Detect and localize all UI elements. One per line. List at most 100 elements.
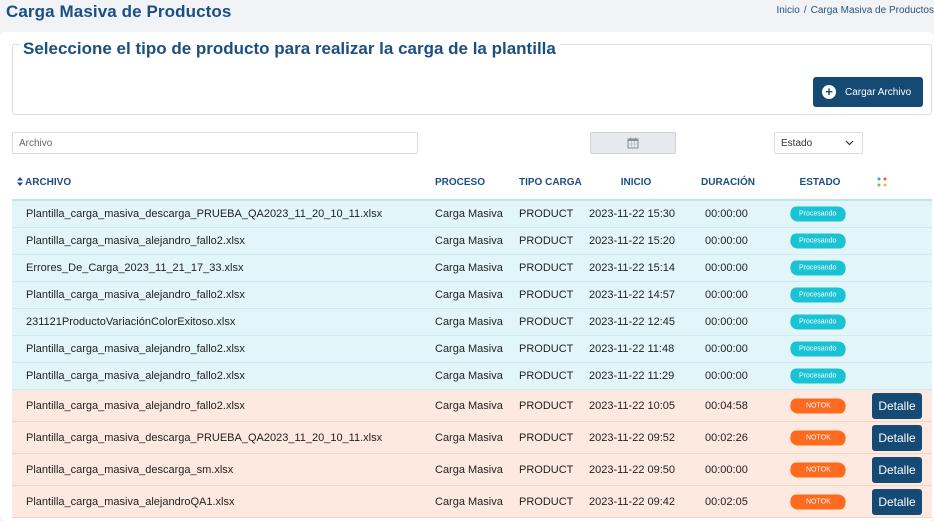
cell-duracion: 00:00:00: [705, 208, 748, 220]
status-badge: Procesando: [788, 314, 848, 330]
cell-inicio: 2023-11-22 14:57: [589, 289, 676, 301]
status-badge-label: Procesando: [799, 210, 837, 218]
estado-filter-select[interactable]: Estado: [774, 132, 863, 154]
cell-inicio: 2023-11-22 09:50: [589, 463, 676, 476]
table-row: Plantilla_carga_masiva_alejandro_fallo2.…: [12, 228, 932, 255]
status-badge-label: NOTOK: [805, 402, 831, 409]
status-badge-label: Procesando: [799, 318, 837, 326]
status-badge-label: Procesando: [799, 291, 837, 299]
plus-circle-icon: +: [822, 85, 836, 99]
upload-file-button[interactable]: + Cargar Archivo: [813, 77, 923, 107]
status-badge: Procesando: [788, 260, 848, 276]
table-row: 231121ProductoVariaciónColorExitoso.xlsx…: [12, 309, 932, 336]
status-badge-label: Procesando: [799, 264, 837, 272]
cell-proceso: Carga Masiva: [435, 431, 503, 444]
table-row: Plantilla_carga_masiva_alejandro_fallo2.…: [12, 363, 932, 390]
status-badge: NOTOK: [788, 430, 848, 445]
status-badge: Procesando: [788, 368, 848, 384]
column-header-archivo[interactable]: ARCHIVO: [17, 177, 71, 188]
status-badge-label: Procesando: [799, 237, 837, 245]
cell-archivo: Plantilla_carga_masiva_alejandro_fallo2.…: [26, 235, 245, 247]
upload-section-title: Seleccione el tipo de producto para real…: [19, 39, 560, 59]
table-row: Plantilla_carga_masiva_alejandro_fallo2.…: [12, 336, 932, 363]
cell-inicio: 2023-11-22 10:05: [589, 399, 676, 412]
cell-archivo: Plantilla_carga_masiva_alejandro_fallo2.…: [26, 343, 245, 355]
cell-duracion: 00:00:00: [705, 463, 748, 476]
cell-tipo-carga: PRODUCT: [519, 343, 574, 355]
cell-tipo-carga: PRODUCT: [519, 235, 574, 247]
cell-duracion: 00:00:00: [705, 262, 748, 274]
cell-archivo: Plantilla_carga_masiva_alejandro_fallo2.…: [26, 289, 245, 301]
cell-tipo-carga: PRODUCT: [519, 431, 574, 444]
page-title: Carga Masiva de Productos: [6, 2, 232, 21]
cell-inicio: 2023-11-22 12:45: [589, 316, 676, 328]
cell-inicio: 2023-11-22 15:20: [589, 235, 676, 247]
cell-archivo: 231121ProductoVariaciónColorExitoso.xlsx: [26, 316, 236, 328]
status-badge: Procesando: [788, 287, 848, 303]
cell-duracion: 00:04:58: [705, 399, 748, 412]
status-badge: Procesando: [788, 206, 848, 222]
cell-duracion: 00:00:00: [705, 235, 748, 247]
cell-archivo: Plantilla_carga_masiva_descarga_sm.xlsx: [26, 463, 234, 476]
cell-archivo: Errores_De_Carga_2023_11_21_17_33.xlsx: [26, 262, 244, 274]
cell-inicio: 2023-11-22 09:52: [589, 431, 676, 444]
table-row: Plantilla_carga_masiva_descarga_sm.xlsx C…: [12, 454, 932, 486]
table-row: Plantilla_carga_masiva_alejandroQA1.xlsx…: [12, 486, 932, 518]
status-badge: Procesando: [788, 233, 848, 249]
column-settings-icon[interactable]: [876, 176, 888, 188]
cell-tipo-carga: PRODUCT: [519, 370, 574, 382]
detail-button[interactable]: Detalle: [872, 392, 922, 419]
cell-proceso: Carga Masiva: [435, 208, 503, 220]
column-header-estado: ESTADO: [799, 177, 841, 188]
status-badge: NOTOK: [788, 462, 848, 477]
cell-duracion: 00:02:26: [705, 431, 748, 444]
chevron-down-icon: [845, 140, 854, 146]
date-filter-button[interactable]: [590, 132, 676, 154]
table-row: Errores_De_Carga_2023_11_21_17_33.xlsx Ca…: [12, 255, 932, 282]
cell-tipo-carga: PRODUCT: [519, 399, 574, 412]
table-row: Plantilla_carga_masiva_descarga_PRUEBA_Q…: [12, 201, 932, 228]
upload-file-button-label: Cargar Archivo: [845, 86, 912, 98]
table-row: Plantilla_carga_masiva_alejandro_fallo2.…: [12, 282, 932, 309]
table-row: Plantilla_carga_masiva_descarga_PRUEBA_Q…: [12, 422, 932, 454]
cell-archivo: Plantilla_carga_masiva_alejandro_fallo2.…: [26, 399, 245, 412]
status-badge: NOTOK: [788, 398, 848, 413]
status-badge-label: NOTOK: [805, 434, 831, 441]
archivo-filter-input[interactable]: [12, 132, 418, 154]
cell-duracion: 00:00:00: [705, 370, 748, 382]
breadcrumb-separator: /: [803, 5, 807, 16]
cell-archivo: Plantilla_carga_masiva_alejandroQA1.xlsx: [26, 495, 235, 508]
cell-inicio: 2023-11-22 11:48: [589, 343, 675, 355]
column-header-tipo-carga: TIPO CARGA: [519, 177, 582, 188]
cell-proceso: Carga Masiva: [435, 316, 503, 328]
cell-tipo-carga: PRODUCT: [519, 208, 574, 220]
cell-inicio: 2023-11-22 09:42: [589, 495, 676, 508]
breadcrumb-home-link[interactable]: Inicio: [776, 5, 799, 16]
status-badge-label: Procesando: [799, 345, 837, 353]
cell-proceso: Carga Masiva: [435, 289, 503, 301]
detail-button[interactable]: Detalle: [872, 488, 922, 515]
status-badge-label: Procesando: [799, 372, 837, 380]
cell-proceso: Carga Masiva: [435, 495, 503, 508]
cell-duracion: 00:02:05: [705, 495, 748, 508]
cell-inicio: 2023-11-22 15:14: [589, 262, 676, 274]
detail-button[interactable]: Detalle: [872, 424, 922, 451]
cell-proceso: Carga Masiva: [435, 235, 503, 247]
status-badge: NOTOK: [788, 494, 848, 509]
detail-button[interactable]: Detalle: [872, 456, 922, 483]
table-body: Plantilla_carga_masiva_descarga_PRUEBA_Q…: [12, 201, 932, 518]
estado-filter-label: Estado: [781, 137, 813, 149]
status-badge-label: NOTOK: [805, 466, 831, 473]
cell-tipo-carga: PRODUCT: [519, 495, 574, 508]
cell-proceso: Carga Masiva: [435, 343, 503, 355]
column-header-archivo-label: ARCHIVO: [25, 177, 72, 188]
column-header-duracion: DURACIÓN: [701, 177, 755, 188]
cell-proceso: Carga Masiva: [435, 262, 503, 274]
cell-proceso: Carga Masiva: [435, 463, 503, 476]
cell-archivo: Plantilla_carga_masiva_descarga_PRUEBA_Q…: [26, 431, 383, 444]
breadcrumb-current: Carga Masiva de Productos: [810, 5, 934, 16]
cell-inicio: 2023-11-22 11:29: [589, 370, 675, 382]
sort-icon: [17, 177, 23, 186]
cell-tipo-carga: PRODUCT: [519, 289, 574, 301]
cell-archivo: Plantilla_carga_masiva_alejandro_fallo2.…: [26, 370, 245, 382]
